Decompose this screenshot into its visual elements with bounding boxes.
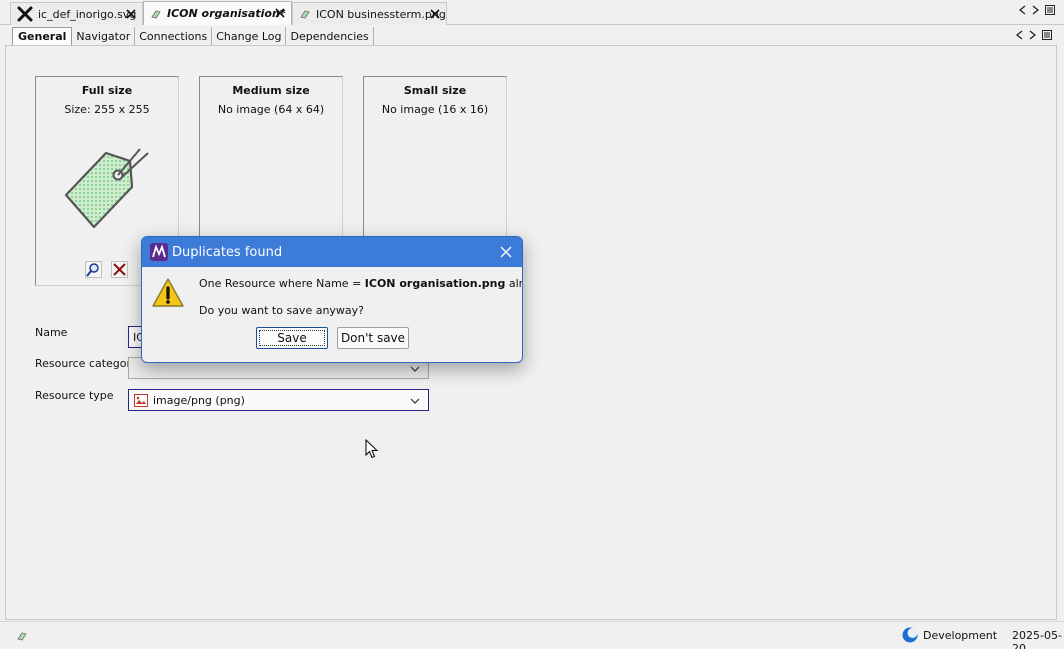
app-logo-icon — [150, 243, 168, 261]
message-prefix: One Resource where Name = — [199, 277, 365, 290]
tab-connections[interactable]: Connections — [135, 27, 213, 45]
status-bar: Development 2025-05-20 — [0, 621, 1064, 649]
inorigo-x-icon — [17, 6, 33, 22]
tag-icon — [300, 10, 310, 19]
arrow-right-icon[interactable] — [1029, 30, 1036, 40]
tag-icon — [17, 632, 27, 641]
arrow-right-icon[interactable] — [1032, 5, 1039, 15]
doc-tab-label: ICON businessterm.png — [316, 7, 446, 21]
close-icon[interactable] — [500, 246, 512, 258]
document-tab-bar: ic_def_inorigo.svg ICON organisation* IC… — [0, 0, 1064, 25]
delete-image-icon[interactable] — [111, 261, 128, 278]
tab-dependencies[interactable]: Dependencies — [286, 27, 374, 45]
duplicates-dialog: Duplicates found One Resource where Name… — [141, 236, 523, 363]
resource-type-value: image/png (png) — [153, 394, 245, 407]
resource-type-label: Resource type — [35, 389, 114, 402]
box-title: Medium size — [232, 84, 310, 97]
message-suffix: already exists. — [508, 277, 523, 290]
doc-tab-ic-def-inorigo[interactable]: ic_def_inorigo.svg — [10, 2, 143, 25]
environment-label: Development — [923, 629, 998, 642]
arrow-left-icon[interactable] — [1016, 30, 1023, 40]
resource-type-dropdown[interactable]: image/png (png) — [128, 389, 429, 411]
tag-icon — [151, 10, 161, 18]
doc-tab-label: ICON organisation* — [167, 7, 286, 20]
arrow-left-icon[interactable] — [1019, 5, 1026, 15]
tab-general[interactable]: General — [12, 27, 73, 45]
editor-tab-bar: General Navigator Connections Change Log… — [12, 27, 374, 46]
tag-image-preview — [64, 148, 149, 229]
dialog-title: Duplicates found — [172, 244, 283, 260]
close-icon[interactable] — [124, 7, 138, 21]
status-date: 2025-05-20 — [1012, 629, 1062, 649]
warning-icon — [152, 278, 184, 307]
doc-tab-icon-organisation[interactable]: ICON organisation* — [143, 1, 292, 25]
name-label: Name — [35, 326, 68, 339]
box-subtitle: Size: 255 x 255 — [64, 103, 150, 116]
resource-category-label: Resource category — [35, 357, 138, 370]
doc-tab-navigation — [1019, 5, 1055, 15]
close-icon[interactable] — [273, 6, 287, 20]
sub-tab-navigation — [1016, 30, 1052, 40]
box-title: Small size — [403, 84, 467, 97]
zoom-icon[interactable] — [85, 261, 102, 278]
chevron-down-icon — [410, 398, 420, 404]
dialog-question: Do you want to save anyway? — [199, 304, 365, 317]
environment-icon — [902, 627, 918, 643]
mouse-cursor-icon — [365, 439, 379, 459]
box-subtitle: No image (16 x 16) — [381, 103, 489, 116]
tab-change-log[interactable]: Change Log — [212, 27, 287, 45]
dialog-title-bar: Duplicates found — [142, 237, 522, 267]
doc-tab-icon-businessterm[interactable]: ICON businessterm.png — [292, 2, 447, 25]
image-file-icon — [134, 394, 148, 407]
close-icon[interactable] — [428, 7, 442, 21]
save-button[interactable]: Save — [256, 327, 328, 349]
tab-navigator[interactable]: Navigator — [72, 27, 136, 45]
dont-save-button[interactable]: Don't save — [337, 327, 409, 349]
chevron-down-icon — [410, 366, 420, 372]
doc-tab-label: ic_def_inorigo.svg — [38, 7, 137, 21]
list-menu-icon[interactable] — [1045, 5, 1055, 15]
list-menu-icon[interactable] — [1042, 30, 1052, 40]
box-subtitle: No image (64 x 64) — [217, 103, 325, 116]
box-title: Full size — [81, 84, 133, 97]
message-resource-name: ICON organisation.png — [364, 277, 506, 290]
dialog-message: One Resource where Name = ICON organisat… — [199, 277, 523, 290]
